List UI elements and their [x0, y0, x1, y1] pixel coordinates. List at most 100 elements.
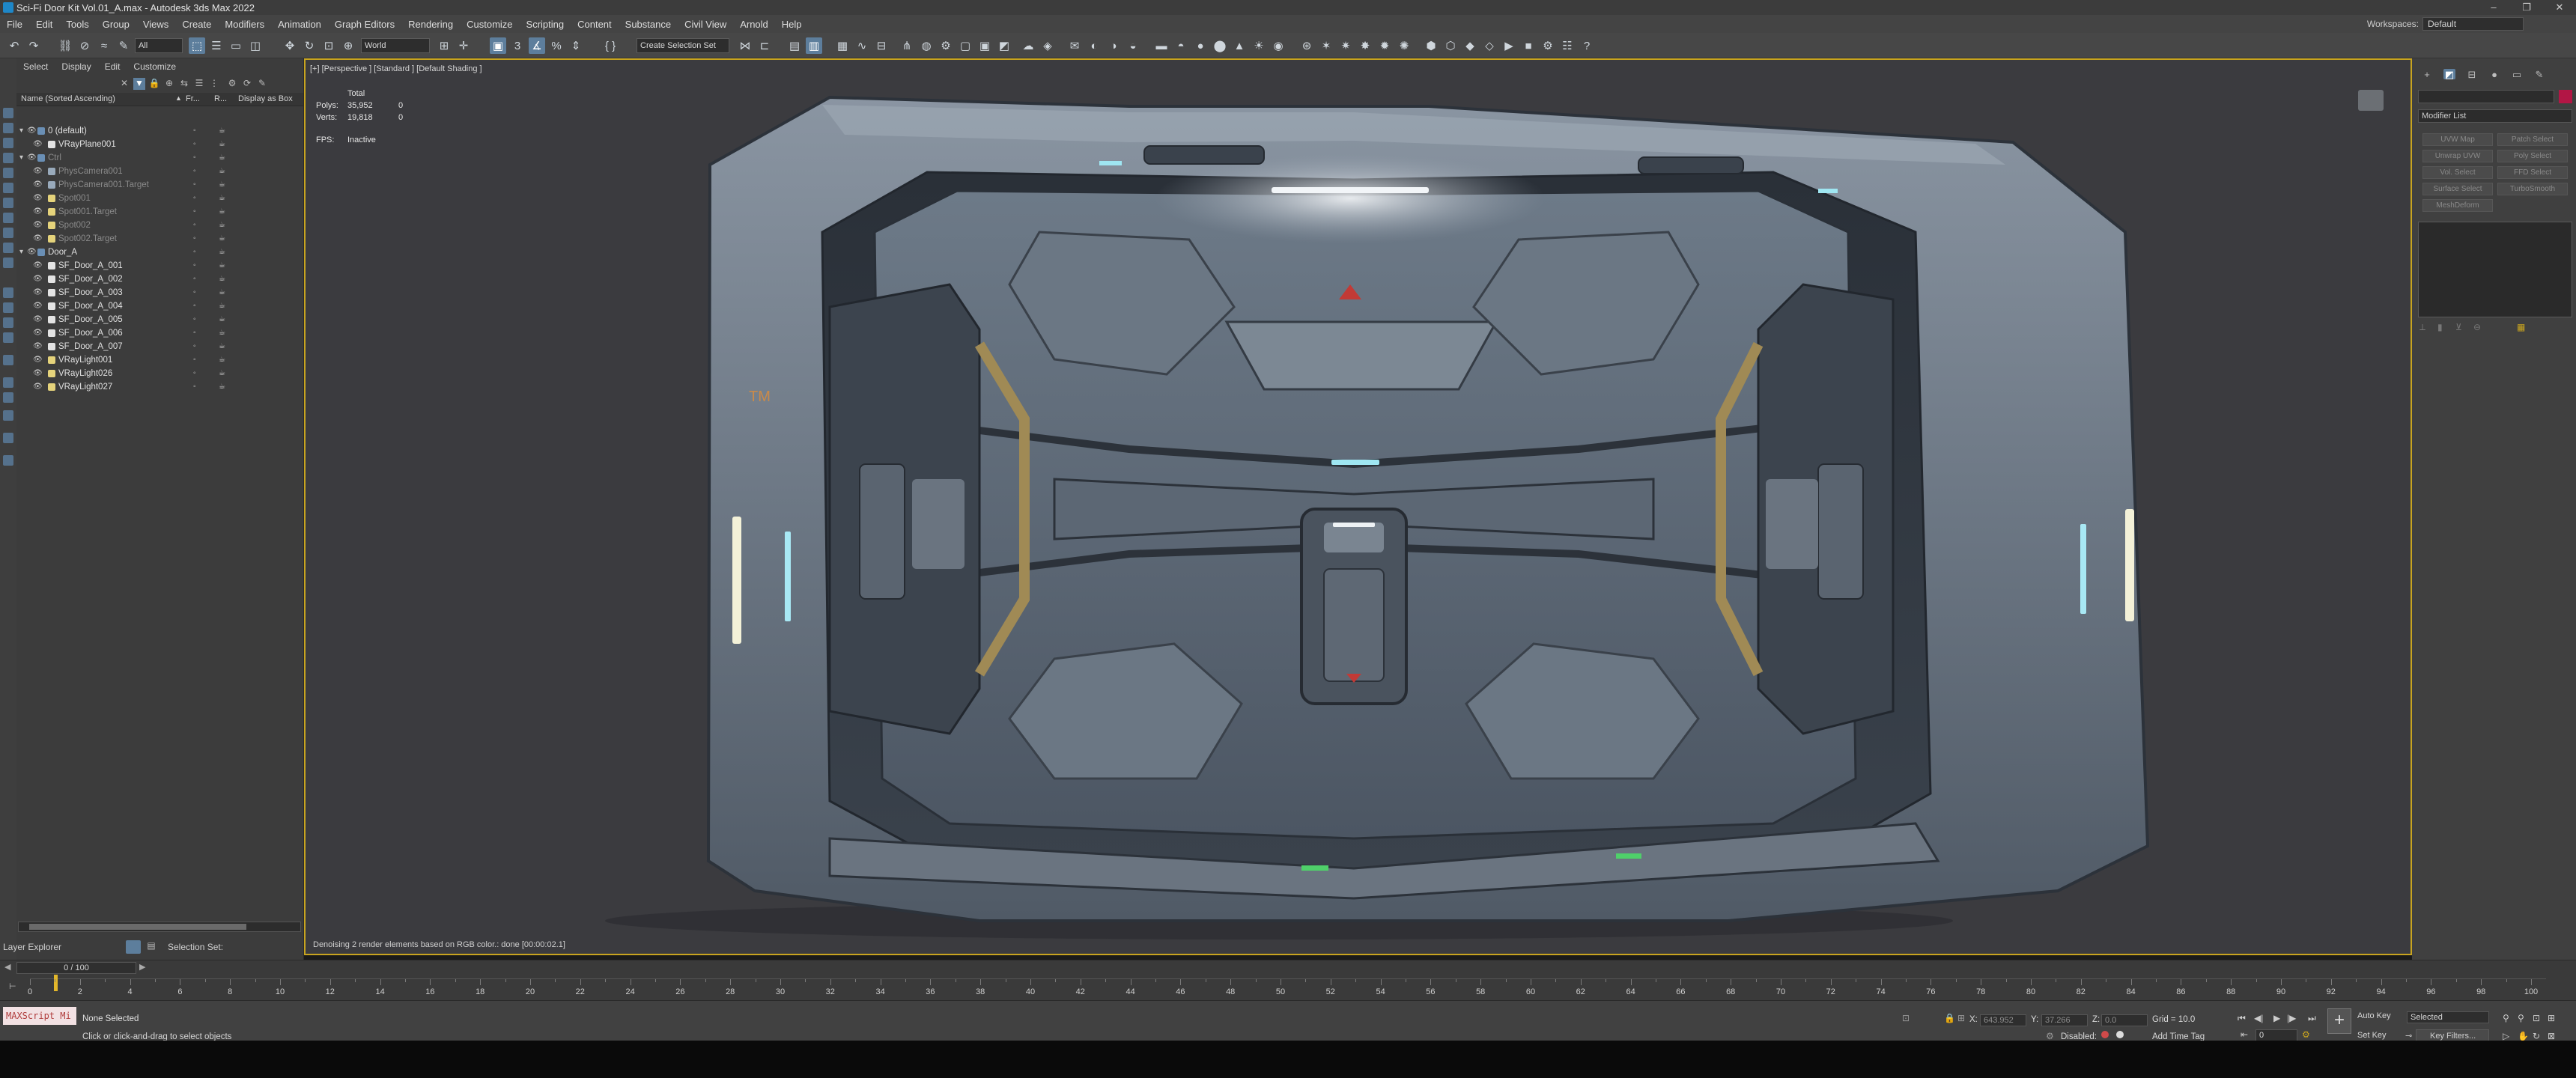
arnold-ipr-icon[interactable]: ▶: [1501, 37, 1517, 54]
explorer-row[interactable]: 👁 SF_Door_A_005 ◦ ☕: [16, 313, 303, 326]
menu-arnold[interactable]: Arnold: [733, 19, 775, 30]
toggle-ribbon-icon[interactable]: ▦: [834, 37, 851, 54]
modifier-button-turbosmooth[interactable]: TurboSmooth: [2497, 183, 2568, 195]
layer-list-icon[interactable]: ☰: [193, 78, 205, 90]
utilities-tab-icon[interactable]: ✎: [2533, 69, 2545, 80]
explorer-row[interactable]: 👁 Spot002.Target ◦ ☕: [16, 232, 303, 246]
freeze-toggle-icon[interactable]: ◦: [193, 205, 196, 219]
renderable-toggle-icon[interactable]: ☕: [219, 326, 225, 340]
keyboard-shortcut-override-icon[interactable]: ▣: [490, 37, 506, 54]
move-icon[interactable]: ✥: [282, 37, 298, 54]
pan-view-icon[interactable]: ✋: [2518, 1031, 2529, 1041]
helper-filter-icon[interactable]: [3, 198, 13, 208]
key-mode-toggle-icon[interactable]: ⇤: [2241, 1029, 2248, 1040]
renderable-toggle-icon[interactable]: ☕: [219, 353, 225, 367]
lock-icon[interactable]: [3, 433, 13, 443]
key-filter-icon[interactable]: ⊸: [2405, 1031, 2412, 1041]
menu-animation[interactable]: Animation: [271, 19, 328, 30]
menu-file[interactable]: File: [0, 19, 29, 30]
renderable-toggle-icon[interactable]: ☕: [219, 286, 225, 299]
layer-sync-icon[interactable]: ⟳: [241, 78, 253, 90]
menu-modifiers[interactable]: Modifiers: [218, 19, 271, 30]
zoom-all-icon[interactable]: ⚲: [2518, 1013, 2524, 1023]
placement-icon[interactable]: ⊕: [340, 37, 356, 54]
set-key-icon[interactable]: +: [2327, 1008, 2351, 1034]
menu-create[interactable]: Create: [175, 19, 218, 30]
freeze-toggle-icon[interactable]: ◦: [193, 340, 196, 353]
modify-tab-icon[interactable]: ◩: [2443, 69, 2455, 80]
visibility-eye-icon[interactable]: 👁: [33, 165, 43, 178]
renderable-toggle-icon[interactable]: ☕: [219, 178, 225, 192]
freeze-toggle-icon[interactable]: ◦: [193, 138, 196, 151]
modifier-button-meshdeform[interactable]: MeshDeform: [2422, 199, 2493, 212]
visibility-eye-icon[interactable]: 👁: [33, 353, 43, 367]
zoom-icon[interactable]: ⚲: [2503, 1013, 2509, 1023]
xref-filter-icon[interactable]: [3, 243, 13, 253]
select-object-icon[interactable]: ⬚: [189, 37, 205, 54]
render-in-cloud-icon[interactable]: ☁: [1020, 37, 1036, 54]
named-selection-dropdown[interactable]: Create Selection Set: [637, 38, 729, 53]
visibility-eye-icon[interactable]: 👁: [33, 192, 43, 205]
freeze-toggle-icon[interactable]: ◦: [193, 326, 196, 340]
hierarchy-tab-icon[interactable]: ⊟: [2466, 69, 2478, 80]
adaptive-degradation-icon[interactable]: ⚙: [2046, 1031, 2054, 1041]
zoom-extents-icon[interactable]: ⊡: [2533, 1013, 2540, 1023]
visibility-eye-icon[interactable]: 👁: [33, 272, 43, 286]
scale-icon[interactable]: ⊡: [321, 37, 337, 54]
menu-substance[interactable]: Substance: [619, 19, 678, 30]
isolate-selection-icon[interactable]: ⊡: [1902, 1013, 1910, 1023]
explorer-options-icon[interactable]: [3, 410, 13, 421]
unlink-icon[interactable]: ⊘: [76, 37, 93, 54]
renderable-toggle-icon[interactable]: ☕: [219, 299, 225, 313]
select-by-name-icon[interactable]: ☰: [208, 37, 225, 54]
sun-icon[interactable]: ☀: [1251, 37, 1267, 54]
explorer-row[interactable]: 👁 SF_Door_A_004 ◦ ☕: [16, 299, 303, 313]
menu-tools[interactable]: Tools: [59, 19, 95, 30]
layer-options-icon[interactable]: ✎: [256, 78, 268, 90]
ies-light-icon[interactable]: ▲: [1231, 37, 1248, 54]
zoom-extents-all-icon[interactable]: ⊞: [2548, 1013, 2555, 1023]
mesh-light-icon[interactable]: ⬤: [1212, 37, 1228, 54]
help-icon[interactable]: ?: [1579, 37, 1595, 54]
explorer-row[interactable]: 👁 SF_Door_A_002 ◦ ☕: [16, 272, 303, 286]
sync-selection-icon[interactable]: [3, 455, 13, 466]
motion-tab-icon[interactable]: ●: [2488, 69, 2500, 80]
visibility-eye-icon[interactable]: 👁: [33, 313, 43, 326]
selection-filter-dropdown[interactable]: All: [135, 38, 183, 53]
visibility-eye-icon[interactable]: 👁: [33, 232, 43, 246]
renderable-toggle-icon[interactable]: ☕: [219, 192, 225, 205]
hidden-filter-icon[interactable]: [3, 302, 13, 313]
track-bar[interactable]: 0 2 4 6 8 10 12 14 16 18 20 22 24 26 28 30 32 34 36 38 40 42 4…: [28, 975, 2546, 999]
play-icon[interactable]: ▶: [2273, 1013, 2280, 1023]
redo-icon[interactable]: ↷: [25, 37, 42, 54]
explorer-row[interactable]: 👁 Spot002 ◦ ☕: [16, 219, 303, 232]
renderable-toggle-icon[interactable]: ☕: [219, 165, 225, 178]
renderable-toggle-icon[interactable]: ☕: [219, 246, 225, 259]
toggle-layer-explorer-icon[interactable]: ▥: [806, 37, 822, 54]
bone-icon[interactable]: ✎: [115, 37, 132, 54]
visibility-eye-icon[interactable]: 👁: [33, 340, 43, 353]
go-to-start-icon[interactable]: ⏮: [2238, 1013, 2246, 1024]
time-cursor[interactable]: [54, 975, 58, 991]
menu-group[interactable]: Group: [96, 19, 136, 30]
select-icon[interactable]: [3, 108, 13, 118]
close-button[interactable]: ✕: [2543, 0, 2576, 15]
visibility-eye-icon[interactable]: 👁: [27, 246, 37, 259]
renderable-toggle-icon[interactable]: ☕: [219, 272, 225, 286]
selection-lock-icon[interactable]: 🔒: [1944, 1013, 1955, 1023]
tab-edit[interactable]: Edit: [98, 61, 127, 72]
menu-civil-view[interactable]: Civil View: [678, 19, 733, 30]
vray-decal-icon[interactable]: ✸: [1357, 37, 1373, 54]
camera-filter-icon[interactable]: [3, 183, 13, 193]
pivot-center-icon[interactable]: ⊞: [436, 37, 452, 54]
vray-scatter-icon[interactable]: ✷: [1337, 37, 1354, 54]
freeze-toggle-icon[interactable]: ◦: [193, 353, 196, 367]
move-to-layer-icon[interactable]: ⇆: [178, 78, 190, 90]
visibility-eye-icon[interactable]: 👁: [33, 259, 43, 272]
visibility-eye-icon[interactable]: 👁: [33, 286, 43, 299]
group-filter-icon[interactable]: [3, 228, 13, 238]
vray-render-icon[interactable]: ◑: [1105, 37, 1122, 54]
visibility-eye-icon[interactable]: 👁: [33, 138, 43, 151]
render-production-icon[interactable]: ▣: [976, 37, 993, 54]
selection-region-icon[interactable]: ▭: [228, 37, 244, 54]
